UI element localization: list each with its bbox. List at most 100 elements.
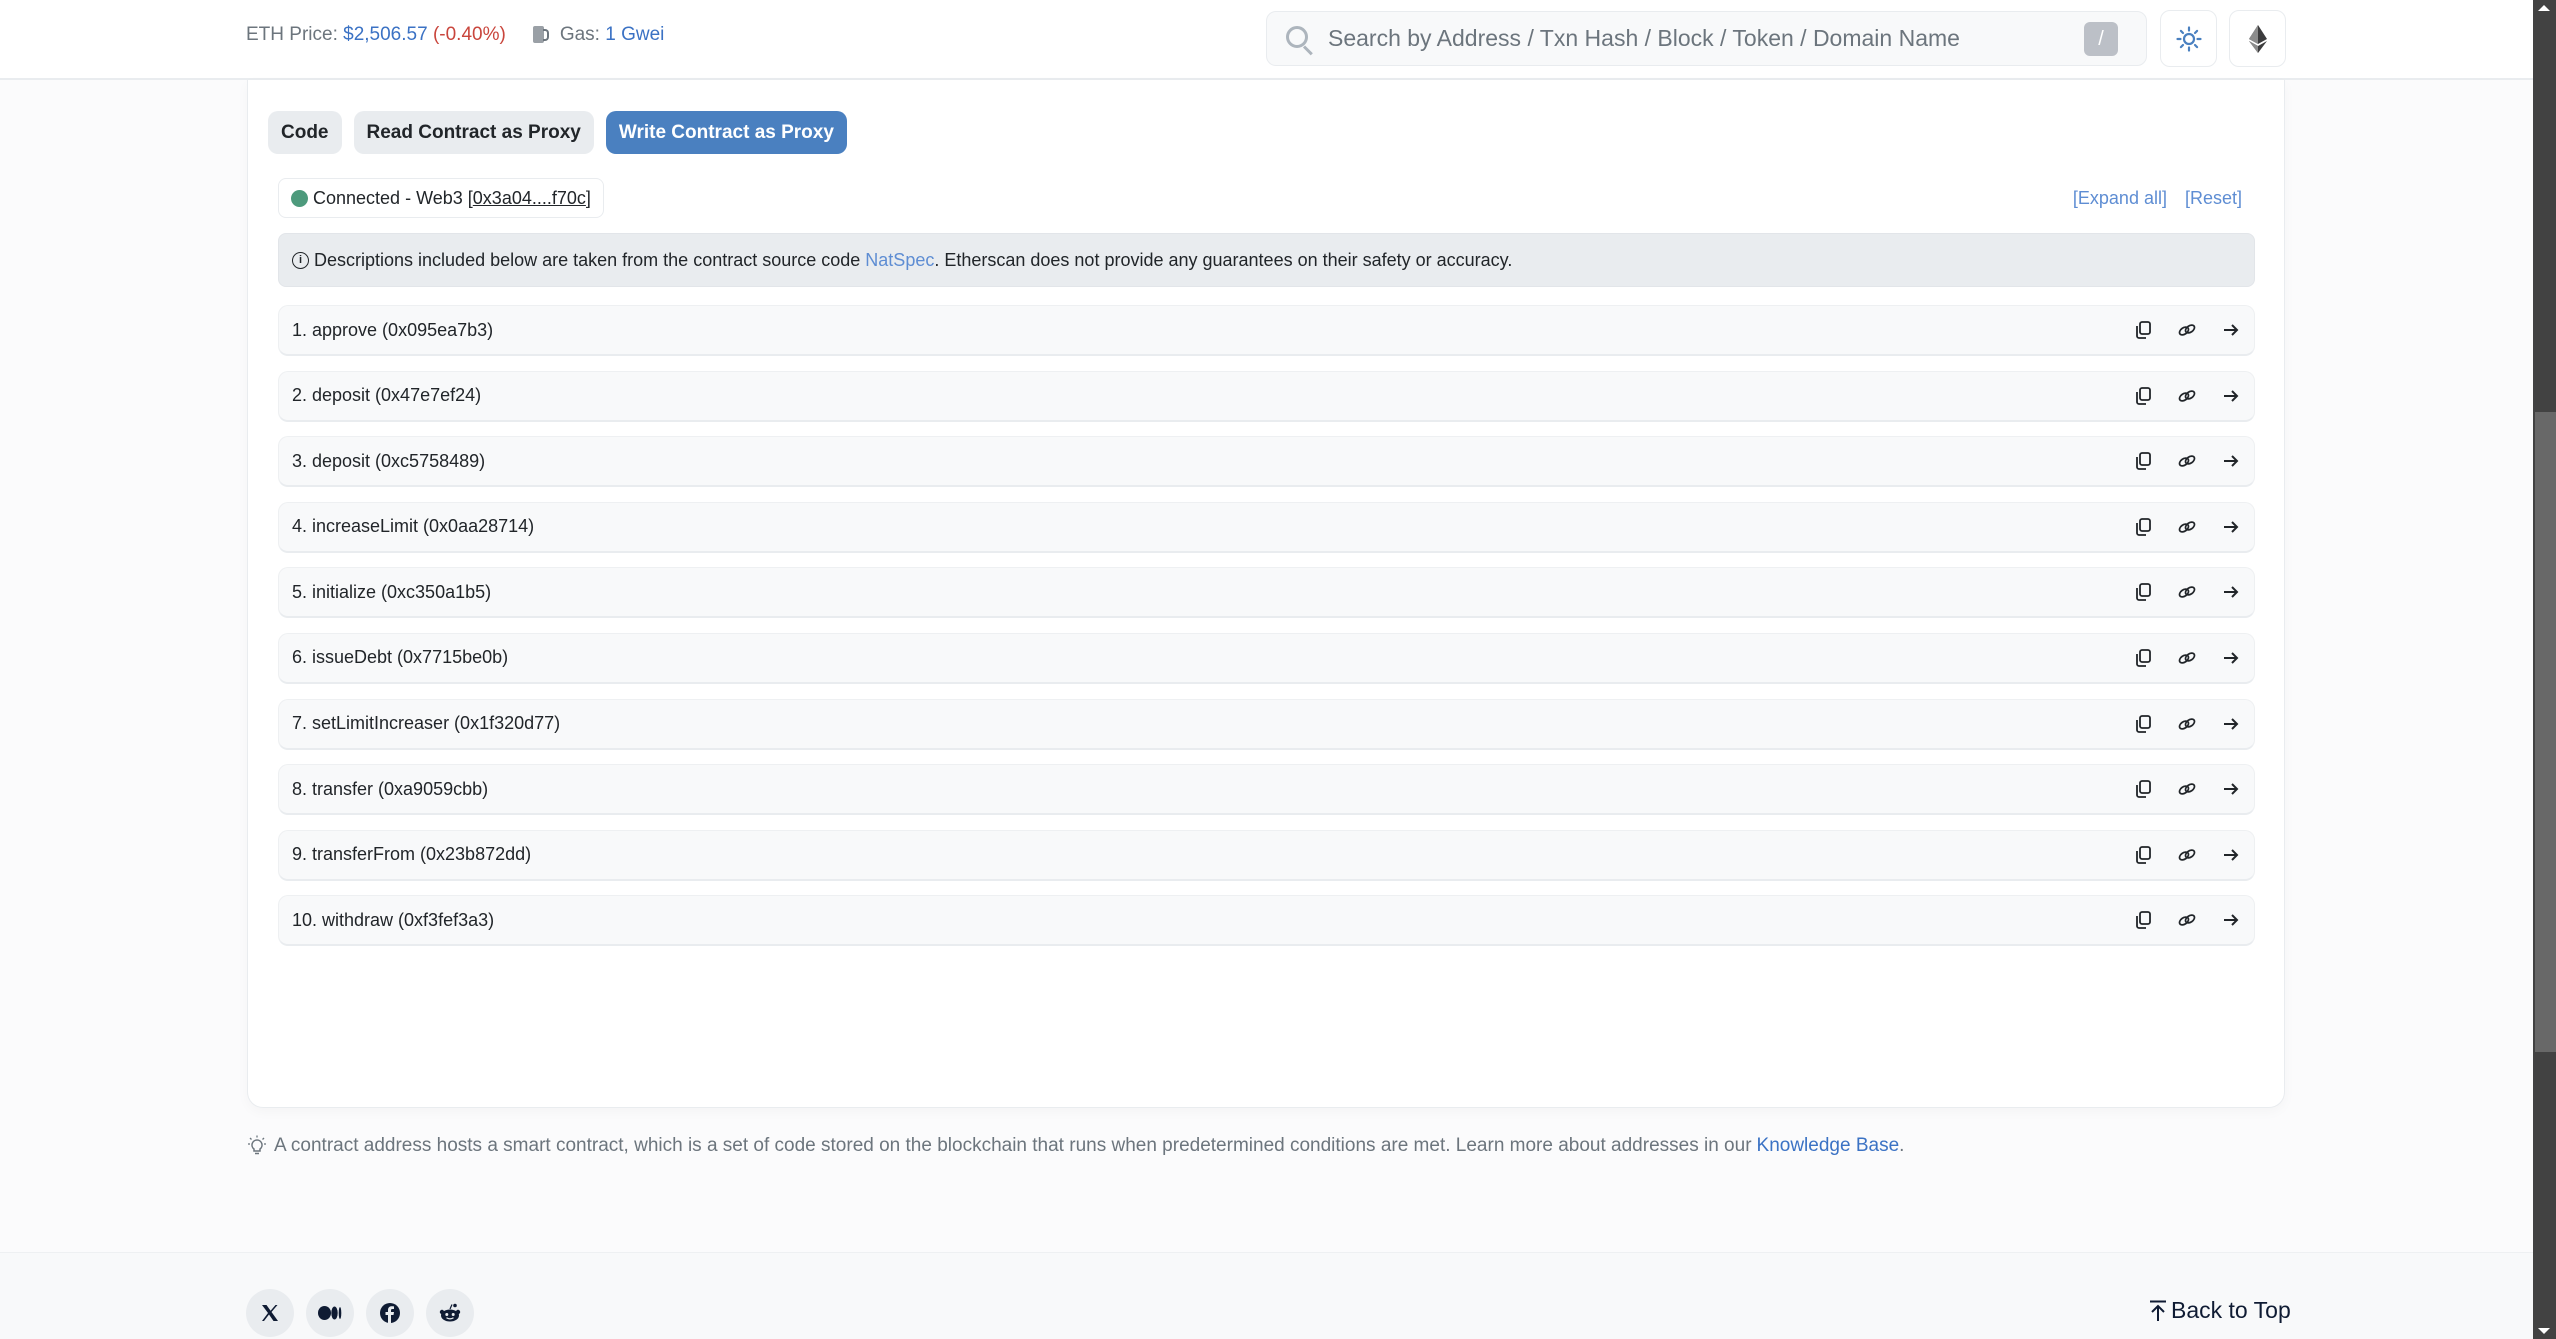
copy-selector-button[interactable] — [2132, 450, 2154, 472]
copy-selector-button[interactable] — [2132, 581, 2154, 603]
function-row-actions — [2110, 896, 2242, 944]
expand-function-button[interactable] — [2220, 450, 2242, 472]
function-row-actions — [2110, 765, 2242, 813]
function-label[interactable]: 6. issueDebt (0x7715be0b) — [292, 647, 508, 668]
connected-dot-icon — [291, 189, 308, 207]
expand-function-button[interactable] — [2220, 581, 2242, 603]
function-row-actions — [2110, 634, 2242, 682]
notice-text-after: . Etherscan does not provide any guarant… — [934, 249, 1513, 270]
copy-link-button[interactable] — [2176, 778, 2198, 800]
write-contract-card: Code Read Contract as Proxy Write Contra… — [247, 80, 2285, 1108]
copy-icon — [2136, 845, 2151, 864]
copy-link-button[interactable] — [2176, 844, 2198, 866]
tab-write-contract-as-proxy[interactable]: Write Contract as Proxy — [605, 111, 847, 154]
arrow-right-icon — [2224, 652, 2239, 664]
function-row[interactable]: 6. issueDebt (0x7715be0b) — [278, 632, 2255, 684]
scroll-down-arrow-icon[interactable] — [2538, 1328, 2550, 1334]
search-box[interactable]: / — [1266, 11, 2147, 66]
contract-address-note: A contract address hosts a smart contrac… — [246, 1135, 1904, 1157]
ethereum-icon — [2248, 24, 2267, 53]
function-row[interactable]: 9. transferFrom (0x23b872dd) — [278, 829, 2255, 881]
arrow-right-icon — [2224, 521, 2239, 533]
expand-function-button[interactable] — [2220, 844, 2242, 866]
link-icon — [2178, 717, 2196, 730]
search-input[interactable] — [1328, 25, 2088, 52]
scroll-up-arrow-icon[interactable] — [2538, 5, 2550, 11]
function-label[interactable]: 9. transferFrom (0x23b872dd) — [292, 844, 531, 865]
expand-function-button[interactable] — [2220, 778, 2242, 800]
function-row[interactable]: 7. setLimitIncreaser (0x1f320d77) — [278, 698, 2255, 750]
copy-link-button[interactable] — [2176, 909, 2198, 931]
function-row-actions — [2110, 372, 2242, 420]
reddit-link[interactable] — [426, 1289, 474, 1337]
function-row[interactable]: 4. increaseLimit (0x0aa28714) — [278, 501, 2255, 553]
copy-icon — [2136, 714, 2151, 733]
function-row[interactable]: 10. withdraw (0xf3fef3a3) — [278, 895, 2255, 947]
eth-price-value[interactable]: $2,506.57 — [343, 24, 428, 46]
expand-all-link[interactable]: [Expand all] — [2073, 188, 2167, 209]
price-info: ETH Price: $2,506.57 (-0.40%) Gas: 1 Gwe… — [246, 24, 664, 46]
expand-function-button[interactable] — [2220, 385, 2242, 407]
copy-icon — [2136, 583, 2151, 602]
copy-link-button[interactable] — [2176, 581, 2198, 603]
function-row[interactable]: 8. transfer (0xa9059cbb) — [278, 764, 2255, 816]
back-to-top-link[interactable]: Back to Top — [2149, 1297, 2291, 1324]
expand-function-button[interactable] — [2220, 319, 2242, 341]
expand-function-button[interactable] — [2220, 713, 2242, 735]
arrow-right-icon — [2224, 783, 2239, 795]
expand-function-button[interactable] — [2220, 647, 2242, 669]
copy-selector-button[interactable] — [2132, 778, 2154, 800]
connected-address[interactable]: 0x3a04....f70c — [473, 188, 586, 209]
copy-link-button[interactable] — [2176, 647, 2198, 669]
page-scrollbar[interactable] — [2533, 0, 2556, 1339]
gas-value[interactable]: 1 Gwei — [605, 24, 664, 46]
function-label[interactable]: 1. approve (0x095ea7b3) — [292, 320, 493, 341]
copy-selector-button[interactable] — [2132, 385, 2154, 407]
connection-status[interactable]: Connected - Web3 [0x3a04....f70c] — [278, 178, 604, 218]
facebook-link[interactable] — [366, 1289, 414, 1337]
function-label[interactable]: 8. transfer (0xa9059cbb) — [292, 779, 488, 800]
function-list: 1. approve (0x095ea7b3) 2. deposit (0x47e… — [278, 305, 2255, 961]
social-links — [246, 1289, 474, 1337]
copy-link-button[interactable] — [2176, 516, 2198, 538]
theme-toggle-button[interactable] — [2160, 10, 2217, 67]
function-label[interactable]: 7. setLimitIncreaser (0x1f320d77) — [292, 713, 560, 734]
function-row[interactable]: 2. deposit (0x47e7ef24) — [278, 370, 2255, 422]
scrollbar-thumb[interactable] — [2535, 412, 2556, 1052]
copy-selector-button[interactable] — [2132, 713, 2154, 735]
expand-function-button[interactable] — [2220, 516, 2242, 538]
function-label[interactable]: 3. deposit (0xc5758489) — [292, 451, 485, 472]
knowledge-base-link[interactable]: Knowledge Base — [1757, 1135, 1900, 1157]
function-label[interactable]: 2. deposit (0x47e7ef24) — [292, 385, 481, 406]
expand-function-button[interactable] — [2220, 909, 2242, 931]
copy-link-button[interactable] — [2176, 450, 2198, 472]
reset-link[interactable]: [Reset] — [2185, 188, 2242, 209]
x-link[interactable] — [246, 1289, 294, 1337]
function-row[interactable]: 1. approve (0x095ea7b3) — [278, 305, 2255, 356]
copy-selector-button[interactable] — [2132, 516, 2154, 538]
x-icon — [262, 1305, 278, 1321]
copy-selector-button[interactable] — [2132, 319, 2154, 341]
copy-selector-button[interactable] — [2132, 647, 2154, 669]
copy-selector-button[interactable] — [2132, 909, 2154, 931]
function-row[interactable]: 3. deposit (0xc5758489) — [278, 436, 2255, 488]
natspec-link[interactable]: NatSpec — [865, 250, 934, 271]
note-text: A contract address hosts a smart contrac… — [274, 1135, 1752, 1156]
function-label[interactable]: 4. increaseLimit (0x0aa28714) — [292, 516, 534, 537]
note-end: . — [1899, 1135, 1905, 1156]
function-label[interactable]: 10. withdraw (0xf3fef3a3) — [292, 910, 494, 931]
tab-code[interactable]: Code — [268, 111, 342, 154]
function-label[interactable]: 5. initialize (0xc350a1b5) — [292, 582, 491, 603]
network-button[interactable] — [2229, 10, 2286, 67]
tab-read-contract-as-proxy[interactable]: Read Contract as Proxy — [353, 111, 594, 154]
copy-selector-button[interactable] — [2132, 844, 2154, 866]
connection-provider: Web3 — [416, 187, 463, 208]
copy-link-button[interactable] — [2176, 319, 2198, 341]
copy-link-button[interactable] — [2176, 713, 2198, 735]
lightbulb-icon — [248, 1135, 266, 1155]
copy-link-button[interactable] — [2176, 385, 2198, 407]
medium-link[interactable] — [306, 1289, 354, 1337]
footer: Back to Top — [0, 1252, 2533, 1339]
copy-icon — [2136, 649, 2151, 667]
function-row[interactable]: 5. initialize (0xc350a1b5) — [278, 567, 2255, 619]
